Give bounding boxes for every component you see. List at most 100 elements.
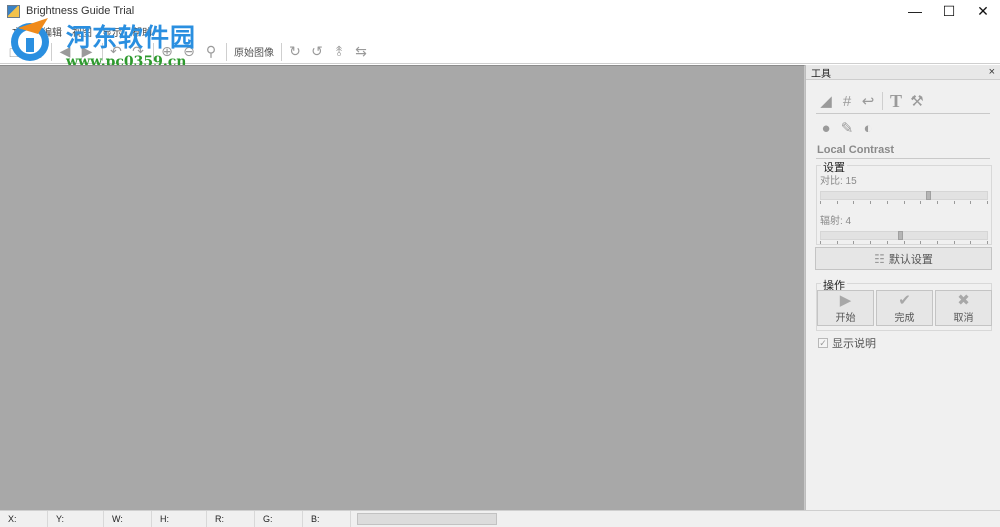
contrast-tool-icon[interactable]: ◐ xyxy=(858,118,878,138)
slider-tick xyxy=(920,241,921,244)
slider-tick xyxy=(954,201,955,204)
image-canvas[interactable] xyxy=(0,65,805,510)
tool-separator xyxy=(882,92,883,110)
tool-row-2: ● ✎ ◐ xyxy=(806,116,1000,140)
slider-tick xyxy=(870,241,871,244)
start-label: 开始 xyxy=(835,312,856,324)
status-h: H: xyxy=(152,510,207,527)
slider-tick xyxy=(820,241,821,244)
radius-slider[interactable] xyxy=(820,231,988,240)
app-icon xyxy=(7,4,20,18)
tool-row-1: ◢ # ↩ T ⚒ xyxy=(806,89,1000,113)
undo-tool-icon[interactable]: ↩ xyxy=(858,91,878,111)
default-settings-button[interactable]: ☷ 默认设置 xyxy=(815,247,992,270)
cancel-label: 取消 xyxy=(953,312,974,324)
settings-group-label: 设置 xyxy=(821,159,847,175)
zoom-out-icon[interactable]: ⊖ xyxy=(179,42,199,62)
contrast-slider[interactable] xyxy=(820,191,988,200)
contrast-slider-thumb[interactable] xyxy=(926,191,931,200)
title-bar: Brightness Guide Trial — ☐ ✕ xyxy=(0,0,1000,22)
slider-tick xyxy=(870,201,871,204)
toolbar-separator xyxy=(226,42,227,61)
toolbar-separator xyxy=(102,42,103,61)
slider-tick xyxy=(937,241,938,244)
slider-tick xyxy=(970,201,971,204)
zoom-fit-icon[interactable]: ⚲ xyxy=(201,42,221,62)
panel-header: 工具 × xyxy=(806,65,1000,80)
slider-tick xyxy=(987,201,988,204)
save-icon[interactable]: ▣ xyxy=(26,42,46,62)
status-r: R: xyxy=(207,510,255,527)
bulb-tool-icon[interactable]: ● xyxy=(816,118,836,138)
menu-help[interactable]: 帮助 xyxy=(132,24,152,39)
status-x: X: xyxy=(0,510,48,527)
slider-tick xyxy=(887,241,888,244)
status-progress-bar xyxy=(357,513,497,525)
slider-tick xyxy=(853,201,854,204)
rotate-cw-icon[interactable]: ↻ xyxy=(285,42,305,62)
status-y: Y: xyxy=(48,510,104,527)
minimize-button[interactable]: — xyxy=(898,0,932,22)
play-icon: ▶ xyxy=(839,291,852,309)
slider-tick xyxy=(920,201,921,204)
slider-tick xyxy=(887,201,888,204)
maximize-button[interactable]: ☐ xyxy=(932,0,966,22)
default-settings-label: 默认设置 xyxy=(888,253,933,266)
menu-display[interactable]: 显示 xyxy=(102,24,122,39)
open-icon[interactable]: □ xyxy=(4,42,24,62)
toolbar-separator xyxy=(153,42,154,61)
wrench-tool-icon[interactable]: ⚒ xyxy=(907,91,927,111)
contrast-slider-ticks xyxy=(820,201,988,205)
menu-file[interactable]: 文件 xyxy=(12,24,32,39)
show-help-label: 显示说明 xyxy=(832,338,876,350)
slider-tick xyxy=(853,241,854,244)
slider-tick xyxy=(904,241,905,244)
x-icon: ✖ xyxy=(957,291,970,309)
close-button[interactable]: ✕ xyxy=(966,0,1000,22)
flip-vertical-icon[interactable]: ⥉ xyxy=(329,42,349,62)
tool-row-divider xyxy=(816,113,990,114)
radius-label: 辐射: 4 xyxy=(820,216,852,227)
toolbar-separator xyxy=(51,42,52,61)
start-button[interactable]: ▶ 开始 xyxy=(817,290,874,326)
reset-icon: ☷ xyxy=(874,251,885,266)
levels-tool-icon[interactable]: ◢ xyxy=(816,91,836,111)
status-g: G: xyxy=(255,510,303,527)
slider-tick xyxy=(837,241,838,244)
show-help-checkbox-row[interactable]: ✓ 显示说明 xyxy=(818,335,876,351)
undo-icon[interactable]: ↶ xyxy=(106,42,126,62)
panel-close-icon[interactable]: × xyxy=(989,66,995,78)
cancel-button[interactable]: ✖ 取消 xyxy=(935,290,992,326)
section-title: Local Contrast xyxy=(817,144,895,156)
tools-panel: 工具 × ◢ # ↩ T ⚒ ● ✎ ◐ Local Contrast 设置 对… xyxy=(805,65,1000,510)
menu-bar: 文件 编辑 视图 显示 帮助 xyxy=(0,22,1000,40)
slider-tick xyxy=(954,241,955,244)
text-tool-icon[interactable]: T xyxy=(886,91,906,111)
slider-tick xyxy=(970,241,971,244)
radius-slider-thumb[interactable] xyxy=(898,231,903,240)
toolbar-separator xyxy=(281,42,282,61)
menu-view[interactable]: 视图 xyxy=(72,24,92,39)
status-w: W: xyxy=(104,510,152,527)
zoom-in-icon[interactable]: ⊕ xyxy=(157,42,177,62)
finish-button[interactable]: ✔ 完成 xyxy=(876,290,933,326)
window-title: Brightness Guide Trial xyxy=(26,5,135,17)
status-b: B: xyxy=(303,510,351,527)
check-icon: ✔ xyxy=(898,291,911,309)
settings-group: 设置 对比: 15 辐射: 4 xyxy=(816,159,992,245)
finish-label: 完成 xyxy=(894,312,915,324)
back-arrow-icon[interactable]: ◀ xyxy=(55,42,75,62)
status-bar: X: Y: W: H: R: G: B: xyxy=(0,510,1000,527)
show-help-checkbox[interactable]: ✓ xyxy=(818,338,828,348)
forward-arrow-icon[interactable]: ▶ xyxy=(77,42,97,62)
grid-tool-icon[interactable]: # xyxy=(837,91,857,111)
brush-tool-icon[interactable]: ✎ xyxy=(837,118,857,138)
rotate-ccw-icon[interactable]: ↺ xyxy=(307,42,327,62)
redo-icon[interactable]: ↷ xyxy=(128,42,148,62)
slider-tick xyxy=(820,201,821,204)
slider-tick xyxy=(987,241,988,244)
original-image-button[interactable]: 原始图像 xyxy=(230,44,278,59)
panel-title: 工具 xyxy=(811,68,831,80)
menu-edit[interactable]: 编辑 xyxy=(42,24,62,39)
flip-horizontal-icon[interactable]: ⇆ xyxy=(351,42,371,62)
